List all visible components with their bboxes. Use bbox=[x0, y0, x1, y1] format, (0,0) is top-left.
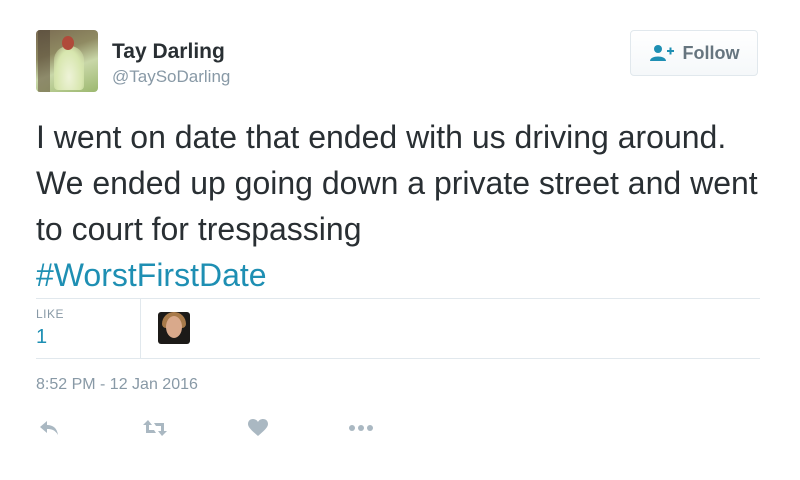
liker-avatar[interactable] bbox=[158, 312, 190, 344]
reply-icon bbox=[38, 419, 60, 437]
stats-bottom-divider bbox=[36, 358, 760, 359]
more-icon bbox=[348, 424, 374, 432]
tweet-timestamp[interactable]: 8:52 PM - 12 Jan 2016 bbox=[36, 376, 198, 394]
user-name[interactable]: Tay Darling bbox=[112, 40, 225, 64]
like-button[interactable] bbox=[248, 416, 268, 440]
tweet-card: Tay Darling @TaySoDarling Follow I went … bbox=[0, 0, 800, 480]
retweet-button[interactable] bbox=[142, 416, 168, 440]
add-user-icon bbox=[649, 44, 675, 62]
hashtag-link[interactable]: #WorstFirstDate bbox=[36, 252, 766, 298]
stats-top-divider bbox=[36, 298, 760, 299]
heart-icon bbox=[248, 419, 268, 437]
follow-button[interactable]: Follow bbox=[630, 30, 758, 76]
more-button[interactable] bbox=[348, 416, 374, 440]
avatar-head bbox=[62, 36, 74, 50]
like-count[interactable]: 1 bbox=[36, 326, 47, 349]
avatar-tree bbox=[38, 30, 50, 92]
user-avatar[interactable] bbox=[36, 30, 98, 92]
user-handle[interactable]: @TaySoDarling bbox=[112, 67, 230, 87]
retweet-icon bbox=[142, 419, 168, 437]
stats-separator bbox=[140, 298, 141, 358]
reply-button[interactable] bbox=[38, 416, 60, 440]
tweet-text-block: I went on date that ended with us drivin… bbox=[36, 114, 766, 298]
liker-avatar-face bbox=[166, 316, 182, 338]
avatar-figure bbox=[54, 46, 84, 90]
follow-button-label: Follow bbox=[682, 42, 740, 63]
tweet-text: I went on date that ended with us drivin… bbox=[36, 119, 758, 247]
like-label: LIKE bbox=[36, 307, 65, 321]
